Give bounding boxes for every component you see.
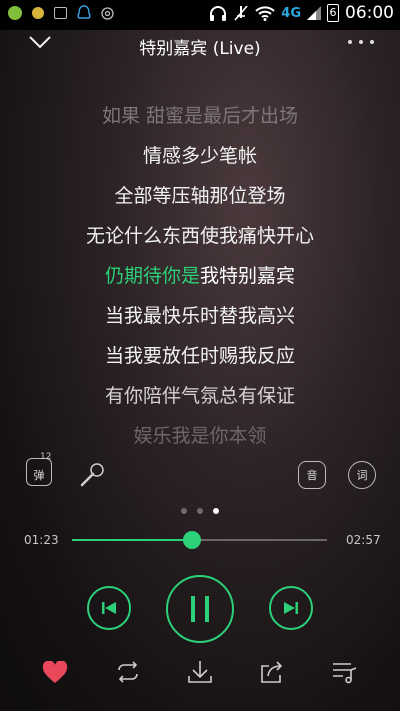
more-dots-icon xyxy=(348,40,352,44)
download-button[interactable] xyxy=(185,657,215,687)
song-title: 特别嘉宾 (Live) xyxy=(139,39,261,59)
battery-level: 6 xyxy=(329,6,337,19)
heart-icon xyxy=(42,660,68,683)
download-icon xyxy=(188,661,212,683)
danmu-button[interactable]: 弹 xyxy=(26,458,52,486)
sound-effect-button[interactable]: 音 xyxy=(298,461,326,489)
lyric-line: 当我要放任时赐我反应 xyxy=(104,345,295,367)
danmu-count: 12 xyxy=(40,452,52,462)
elapsed-time: 01:23 xyxy=(24,533,59,547)
app-notification-icon xyxy=(8,6,22,20)
duration-time: 02:57 xyxy=(346,533,381,547)
at-notification-icon xyxy=(101,6,114,20)
signal-icon xyxy=(307,6,321,20)
page-indicator xyxy=(0,508,400,514)
wifi-icon xyxy=(255,5,275,21)
progress-slider[interactable] xyxy=(72,531,327,549)
loop-mode-button[interactable] xyxy=(113,657,143,687)
lyric-line: 情感多少笔帐 xyxy=(142,145,257,167)
share-button[interactable] xyxy=(257,657,287,687)
page-dot xyxy=(197,508,203,514)
pause-icon xyxy=(191,596,209,622)
image-notification-icon xyxy=(54,7,67,19)
skip-previous-icon xyxy=(102,602,116,614)
lyric-line: 全部等压轴那位登场 xyxy=(114,185,286,207)
lyric-line: 无论什么东西使我痛快开心 xyxy=(85,225,314,247)
previous-button[interactable] xyxy=(87,586,131,630)
progress-thumb[interactable] xyxy=(182,531,201,549)
playlist-icon xyxy=(333,663,357,684)
headphones-icon xyxy=(210,6,227,21)
system-status: 4G 6 06:00 xyxy=(209,3,394,23)
more-button[interactable] xyxy=(348,38,374,46)
current-lyric-line: 仍期待你是我特别嘉宾 xyxy=(0,256,400,296)
notification-icons xyxy=(8,5,114,21)
page-dot xyxy=(181,508,187,514)
penguin-notification-icon xyxy=(77,5,91,19)
playlist-button[interactable] xyxy=(330,657,360,687)
microphone-icon xyxy=(80,463,104,487)
lyric-line: 当我最快乐时替我高兴 xyxy=(104,305,295,327)
status-bar: 4G 6 06:00 xyxy=(0,0,400,30)
pause-button[interactable] xyxy=(166,575,234,643)
danmu-label: 弹 xyxy=(33,469,45,482)
lyrics-label: 词 xyxy=(356,469,368,482)
lyric-sung-part: 仍期待你是 xyxy=(104,265,200,287)
karaoke-button[interactable] xyxy=(78,461,106,489)
sound-effect-label: 音 xyxy=(306,469,318,482)
lyric-line: 如果 甜蜜是最后才出场 xyxy=(101,105,299,127)
repeat-icon xyxy=(118,661,138,683)
page-dot-active xyxy=(213,508,219,514)
lyric-remaining-part: 我特别嘉宾 xyxy=(200,265,296,287)
share-icon xyxy=(261,661,283,683)
clock: 06:00 xyxy=(345,3,394,23)
mute-icon xyxy=(234,5,248,21)
player-header: 特别嘉宾 (Live) xyxy=(0,30,400,60)
lyric-line: 有你陪伴气氛总有保证 xyxy=(104,385,295,407)
next-button[interactable] xyxy=(269,586,313,630)
like-button[interactable] xyxy=(40,657,70,687)
lyric-line: 娱乐我是你本领 xyxy=(133,425,267,447)
progress-fill xyxy=(72,539,192,541)
network-type: 4G xyxy=(281,5,301,21)
lyrics-panel[interactable]: 如果 甜蜜是最后才出场 情感多少笔帐 全部等压轴那位登场 无论什么东西使我痛快开… xyxy=(0,96,400,456)
skip-next-icon xyxy=(284,602,298,614)
lyrics-button[interactable]: 词 xyxy=(348,461,376,489)
coin-notification-icon xyxy=(32,7,44,19)
battery-icon: 6 xyxy=(327,4,339,22)
